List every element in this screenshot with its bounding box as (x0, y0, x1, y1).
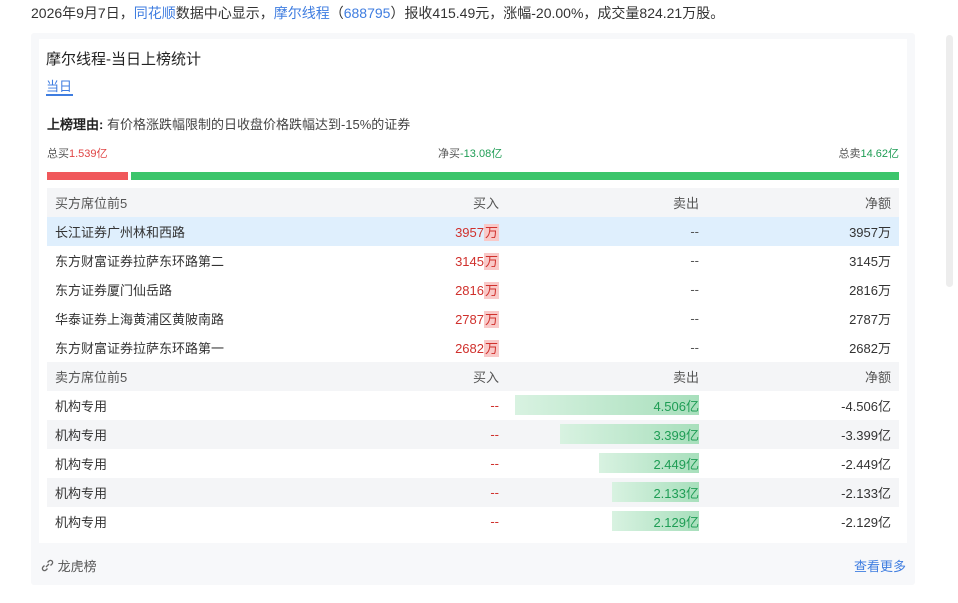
total-buy: 总买1.539亿 (47, 145, 108, 161)
buyer-buy-amount: 2682万 (455, 340, 499, 357)
lhb-card-body: 摩尔线程-当日上榜统计 当日 上榜理由: 有价格涨跌幅限制的日收盘价格跌幅达到-… (39, 39, 907, 543)
seller-sell-amount: 4.506亿 (507, 391, 707, 420)
buyer-name: 东方财富证券拉萨东环路第一 (55, 341, 225, 356)
sellers-title: 卖方席位前5 (47, 362, 407, 391)
seller-buy-amount: -- (490, 514, 499, 529)
buyer-sell-amount: -- (690, 253, 699, 268)
table-row[interactable]: 东方证券厦门仙岳路 2816万 -- 2816万 (47, 275, 899, 304)
seller-net-amount: -4.506亿 (841, 399, 891, 414)
buyer-net-amount: 3957万 (707, 217, 899, 246)
code-open-paren: （ (329, 5, 344, 21)
seller-net-amount: -3.399亿 (707, 420, 899, 449)
seller-name: 机构专用 (55, 399, 108, 414)
tab-underline (46, 94, 73, 96)
seller-name: 机构专用 (55, 515, 108, 530)
buyer-buy-amount: 2816万 (455, 282, 499, 299)
total-sell-value: 14.62亿 (860, 148, 899, 160)
seller-buy-amount: -- (407, 478, 507, 507)
seller-net-amount: -2.133亿 (707, 478, 899, 507)
listing-reason: 上榜理由: 有价格涨跌幅限制的日收盘价格跌幅达到-15%的证券 (47, 114, 410, 133)
net-buy-label: 净买 (438, 148, 460, 160)
table-row[interactable]: 机构专用 -- 2.129亿 -2.129亿 (47, 507, 899, 536)
col-buy-header: 买入 (407, 362, 507, 391)
headline-date: 2026年9月7日， (31, 5, 134, 21)
buyer-name: 东方财富证券拉萨东环路第二 (55, 254, 225, 269)
buyer-net-amount: 2787万 (849, 312, 891, 327)
source-link[interactable]: 同花顺 (134, 5, 176, 21)
lhb-table: 买方席位前5 买入 卖出 净额 长江证券广州林和西路 3957万 -- 3957… (47, 188, 899, 536)
buy-sell-ratio-bar (47, 172, 899, 180)
headline: 2026年9月7日，同花顺数据中心显示，摩尔线程（688795）报收415.49… (31, 3, 724, 23)
reason-text: 有价格涨跌幅限制的日收盘价格跌幅达到-15%的证券 (103, 117, 411, 132)
headline-source-text: 数据中心显示， (175, 5, 274, 21)
net-buy-value: -13.08亿 (460, 148, 503, 160)
col-sell-header: 卖出 (507, 362, 707, 391)
buyers-title: 买方席位前5 (47, 188, 407, 217)
seller-sell-amount: 2.133亿 (507, 478, 707, 507)
buyer-sell-amount: -- (690, 282, 699, 297)
seller-sell-amount: 3.399亿 (507, 420, 707, 449)
headline-summary: 报收415.49元，涨幅-20.00%，成交量824.21万股。 (404, 5, 725, 21)
lhb-footer-label: 龙虎榜 (41, 556, 97, 575)
total-sell: 总卖14.62亿 (838, 145, 899, 161)
table-row[interactable]: 机构专用 -- 2.449亿 -2.449亿 (47, 449, 899, 478)
seller-buy-amount: -- (407, 420, 507, 449)
col-net-header: 净额 (707, 362, 899, 391)
seller-buy-amount: -- (490, 398, 499, 413)
buyer-name: 东方证券厦门仙岳路 (55, 283, 173, 298)
col-buy-header: 买入 (407, 188, 507, 217)
stock-name-link[interactable]: 摩尔线程 (274, 5, 330, 21)
buyer-name: 长江证券广州林和西路 (47, 217, 407, 246)
view-more-link[interactable]: 查看更多 (854, 556, 906, 575)
buy-ratio-segment (47, 172, 128, 180)
total-buy-value: 1.539亿 (69, 148, 108, 160)
buyer-buy-amount: 3145万 (455, 253, 499, 270)
buyer-buy-amount: 3957万 (407, 217, 507, 246)
reason-label: 上榜理由: (47, 117, 104, 132)
buyer-net-amount: 2682万 (849, 341, 891, 356)
lhb-card: 摩尔线程-当日上榜统计 当日 上榜理由: 有价格涨跌幅限制的日收盘价格跌幅达到-… (31, 33, 915, 585)
table-row[interactable]: 长江证券广州林和西路 3957万 -- 3957万 (47, 217, 899, 246)
seller-name: 机构专用 (55, 457, 108, 472)
buyer-net-amount: 3145万 (849, 254, 891, 269)
buyer-name: 华泰证券上海黄浦区黄陂南路 (55, 312, 225, 327)
table-row[interactable]: 东方财富证券拉萨东环路第二 3145万 -- 3145万 (47, 246, 899, 275)
table-row[interactable]: 东方财富证券拉萨东环路第一 2682万 -- 2682万 (47, 333, 899, 362)
seller-name: 机构专用 (47, 420, 407, 449)
link-icon (41, 559, 54, 572)
buyer-net-amount: 2816万 (849, 283, 891, 298)
table-row[interactable]: 机构专用 -- 2.133亿 -2.133亿 (47, 478, 899, 507)
card-title: 摩尔线程-当日上榜统计 (46, 51, 201, 68)
table-row[interactable]: 华泰证券上海黄浦区黄陂南路 2787万 -- 2787万 (47, 304, 899, 333)
table-row[interactable]: 机构专用 -- 4.506亿 -4.506亿 (47, 391, 899, 420)
total-sell-label: 总卖 (838, 148, 861, 160)
page-scrollbar[interactable] (946, 35, 953, 287)
buyer-sell-amount: -- (690, 340, 699, 355)
seller-name: 机构专用 (47, 478, 407, 507)
stock-code-link[interactable]: 688795 (344, 5, 391, 21)
seller-sell-amount: 2.449亿 (507, 449, 707, 478)
buyer-buy-amount: 2787万 (455, 311, 499, 328)
sell-ratio-segment (131, 172, 899, 180)
net-buy: 净买-13.08亿 (438, 145, 502, 161)
total-buy-label: 总买 (47, 148, 69, 160)
buyers-header-row: 买方席位前5 买入 卖出 净额 (47, 188, 899, 217)
lhb-label: 龙虎榜 (57, 559, 97, 574)
seller-buy-amount: -- (490, 456, 499, 471)
table-row[interactable]: 机构专用 -- 3.399亿 -3.399亿 (47, 420, 899, 449)
seller-net-amount: -2.449亿 (841, 457, 891, 472)
seller-sell-amount: 2.129亿 (507, 507, 707, 536)
tab-today[interactable]: 当日 (46, 76, 72, 95)
col-net-header: 净额 (707, 188, 899, 217)
buyer-sell-amount: -- (507, 217, 707, 246)
buyer-sell-amount: -- (690, 311, 699, 326)
seller-net-amount: -2.129亿 (841, 515, 891, 530)
code-close-paren: ） (390, 5, 405, 21)
sellers-header-row: 卖方席位前5 买入 卖出 净额 (47, 362, 899, 391)
col-sell-header: 卖出 (507, 188, 707, 217)
